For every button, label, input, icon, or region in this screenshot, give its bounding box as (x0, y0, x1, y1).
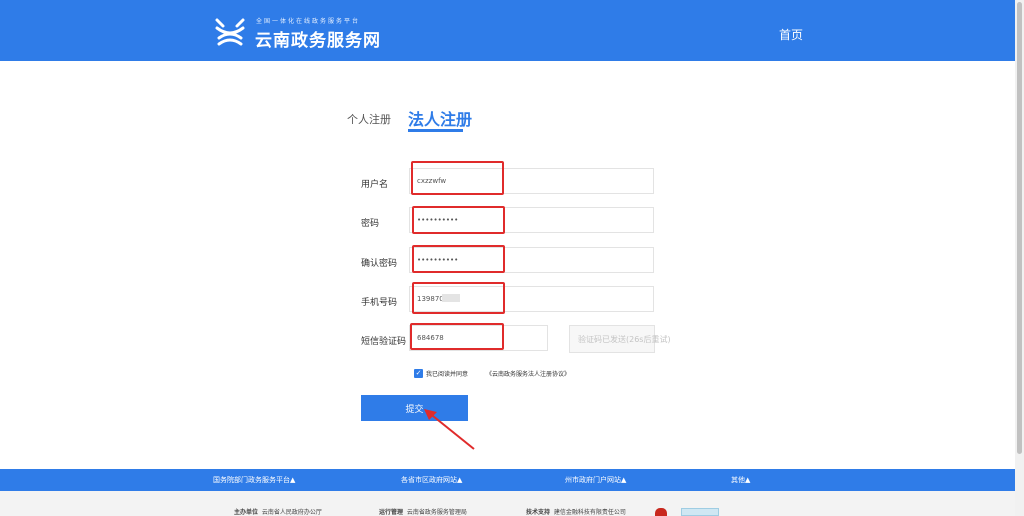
footer-link-prefecture-sites[interactable]: 州市政府门户网站▲ (565, 475, 626, 485)
footer-operation: 运行管理 云南省政务服务管理局 (379, 507, 467, 516)
footer-tech-value: 建信金融科技有限责任公司 (553, 509, 626, 516)
username-input[interactable] (410, 168, 653, 194)
active-tab-indicator (408, 129, 463, 132)
confirm-password-label: 确认密码 (361, 259, 398, 269)
password-label: 密码 (361, 219, 380, 229)
agreement-checkbox[interactable]: ✓ (414, 369, 423, 378)
footer-host-label: 主办单位 (234, 509, 259, 516)
site-slogan: 全国一体化在线政务服务平台 (256, 18, 361, 25)
footer-tech-support: 技术支持 建信金融科技有限责任公司 (526, 507, 626, 516)
send-sms-code-button[interactable]: 验证码已发送(26s后重试) (569, 325, 671, 353)
phone-label: 手机号码 (361, 298, 398, 308)
nav-home-link[interactable]: 首页 (779, 26, 803, 43)
footer-link-provincial-sites[interactable]: 各省市区政府网站▲ (401, 475, 462, 485)
footer-ops-label: 运行管理 (379, 509, 404, 516)
phone-redaction-mask (442, 294, 460, 302)
footer-link-bar (0, 469, 1015, 491)
footer-tech-label: 技术支持 (526, 509, 551, 516)
scrollbar-thumb[interactable] (1017, 2, 1022, 454)
confirm-password-input[interactable] (410, 247, 653, 273)
red-arrow-annotation (424, 409, 475, 450)
party-emblem-icon[interactable] (655, 508, 667, 516)
logo-icon (215, 18, 245, 46)
site-name[interactable]: 云南政务服务网 (255, 26, 381, 51)
footer-host-value: 云南省人民政府办公厅 (261, 509, 322, 516)
sms-code-label: 短信验证码 (361, 337, 407, 347)
footer-ops-value: 云南省政务服务管理局 (406, 509, 467, 516)
footer-host: 主办单位 云南省人民政府办公厅 (234, 507, 322, 516)
password-input[interactable] (410, 207, 653, 233)
agreement-link[interactable]: 《云南政务服务法人注册协议》 (486, 369, 570, 378)
username-label: 用户名 (361, 180, 389, 190)
footer-link-state-departments[interactable]: 国务院部门政务服务平台▲ (213, 475, 295, 485)
footer-link-other[interactable]: 其他▲ (731, 475, 750, 485)
site-badge-icon[interactable] (681, 508, 719, 516)
sms-code-input[interactable] (410, 325, 547, 351)
footer-info-area (0, 491, 1015, 516)
tab-legal-register[interactable]: 法人注册 (408, 106, 472, 130)
header-bar (0, 0, 1015, 61)
agreement-text: 我已阅读并同意 (426, 371, 469, 378)
tab-personal-register[interactable]: 个人注册 (347, 111, 391, 127)
